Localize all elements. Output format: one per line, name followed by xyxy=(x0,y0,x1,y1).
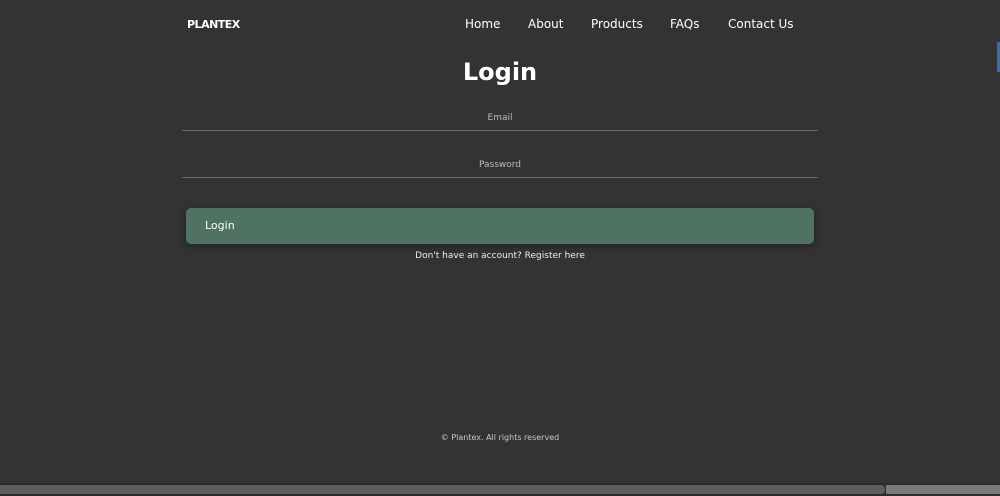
nav-products[interactable]: Products xyxy=(591,17,643,31)
login-button[interactable]: Login xyxy=(186,208,814,244)
nav-about[interactable]: About xyxy=(528,17,563,31)
nav-home[interactable]: Home xyxy=(465,17,500,31)
page-title: Login xyxy=(462,58,538,86)
nav-contact[interactable]: Contact Us xyxy=(728,17,794,31)
email-input[interactable]: Email xyxy=(182,106,818,131)
register-link[interactable]: Don't have an account? Register here xyxy=(0,251,1000,261)
logo[interactable]: PLANTEX xyxy=(187,18,240,31)
scrollbar-thumb[interactable] xyxy=(0,485,885,494)
horizontal-scrollbar[interactable] xyxy=(0,483,1000,496)
footer-text: © Plantex. All rights reserved xyxy=(440,433,560,442)
nav-faqs[interactable]: FAQs xyxy=(670,17,700,31)
password-input[interactable]: Password xyxy=(182,153,818,178)
scrollbar-track[interactable] xyxy=(886,485,1000,494)
